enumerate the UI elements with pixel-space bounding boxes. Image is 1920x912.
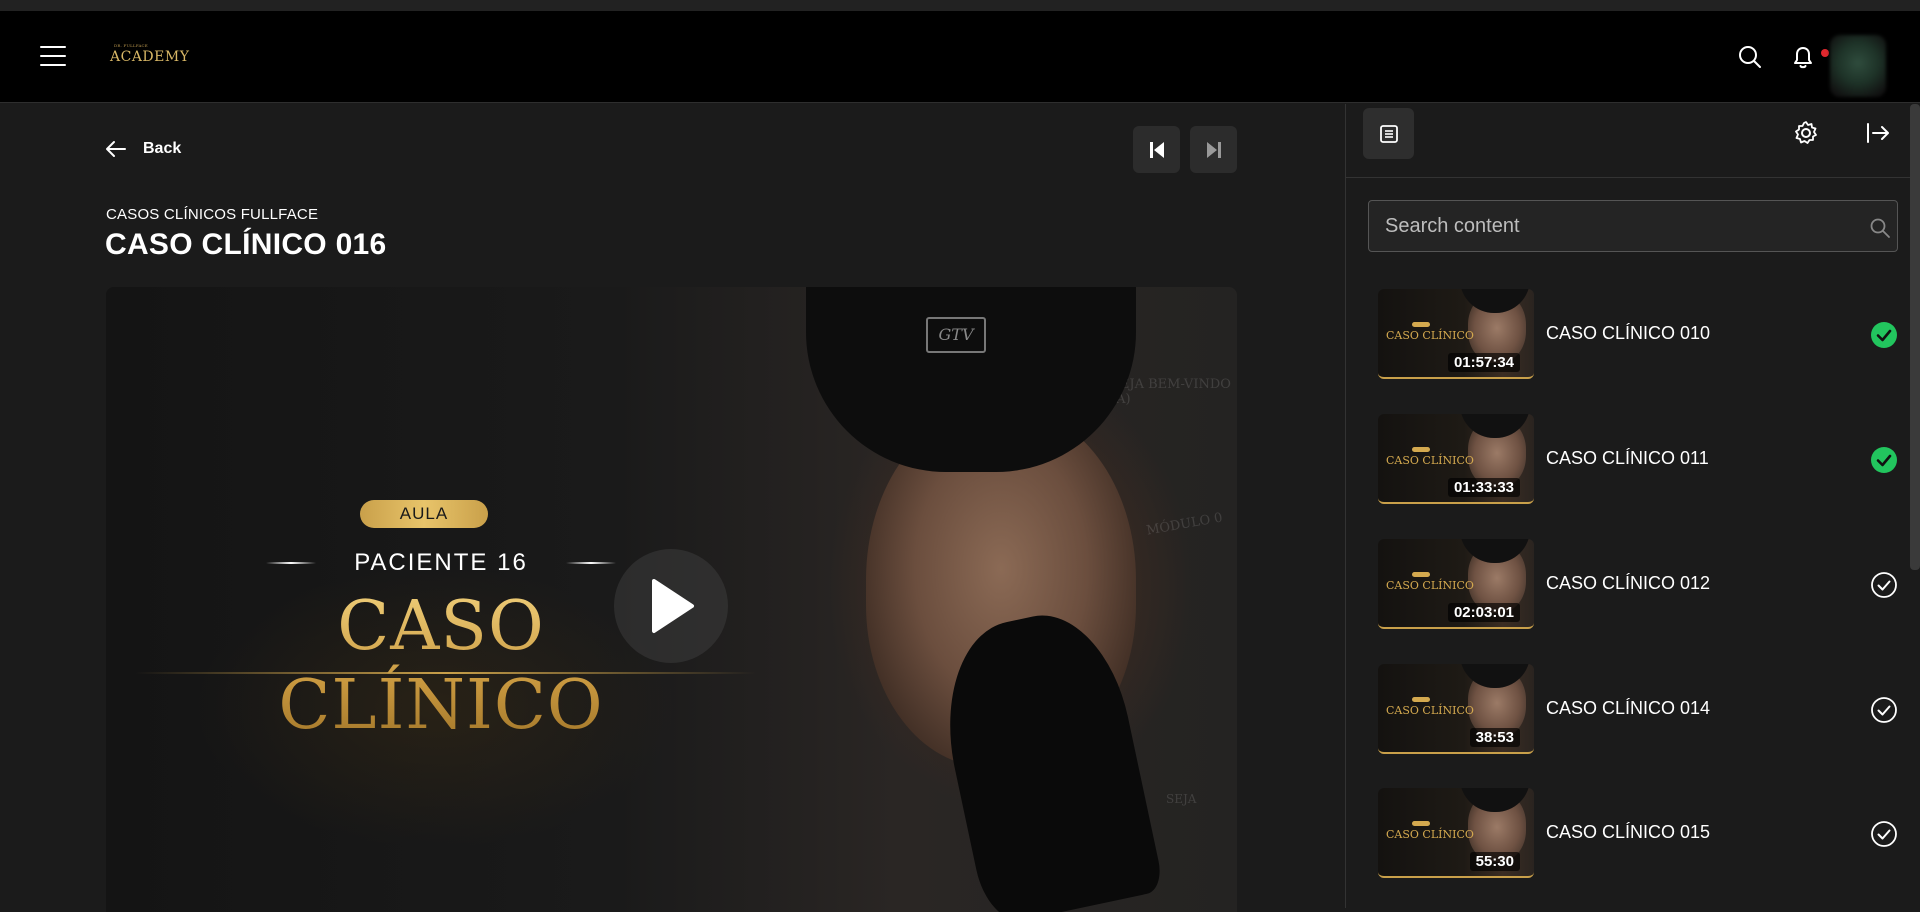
- skip-previous-icon: [1149, 141, 1164, 158]
- lesson-duration: 01:33:33: [1447, 478, 1520, 497]
- thumb-caption: CASO CLÍNICO: [1386, 579, 1474, 592]
- incomplete-check-icon[interactable]: [1870, 696, 1898, 724]
- academy-logo[interactable]: DR. FULLFACE ACADEMY: [110, 43, 190, 65]
- completed-check-icon[interactable]: [1870, 321, 1898, 349]
- bg-welcome-text: SEJA BEM-VINDO (A): [1111, 377, 1231, 407]
- back-button[interactable]: Back: [105, 140, 181, 158]
- lesson-label: CASO CLÍNICO 011: [1546, 448, 1709, 468]
- lesson-item[interactable]: CASO CLÍNICO 01:33:33 CASO CLÍNICO 011: [1378, 414, 1898, 506]
- cap-logo: GTV: [926, 317, 986, 353]
- lesson-item[interactable]: CASO CLÍNICO 02:03:01 CASO CLÍNICO 012: [1378, 539, 1898, 631]
- top-header: DR. FULLFACE ACADEMY: [0, 11, 1920, 103]
- search-input[interactable]: [1369, 201, 1897, 251]
- lesson-thumbnail: CASO CLÍNICO 02:03:01: [1378, 539, 1534, 629]
- lesson-label: CASO CLÍNICO 014: [1546, 698, 1711, 718]
- list-icon: [1379, 124, 1398, 143]
- lesson-duration: 01:57:34: [1447, 353, 1520, 372]
- bell-icon[interactable]: [1787, 41, 1819, 73]
- lesson-duration: 02:03:01: [1447, 603, 1520, 622]
- lesson-sidebar: CASO CLÍNICO01:57:34CASO CLÍNICO 010CASO…: [1345, 104, 1920, 908]
- lesson-label: CASO CLÍNICO 010: [1546, 323, 1711, 343]
- lesson-duration: 38:53: [1469, 728, 1520, 747]
- lesson-thumbnail: CASO CLÍNICO 01:57:34: [1378, 289, 1534, 379]
- thumb-badge: [1412, 572, 1430, 577]
- back-label: Back: [143, 140, 182, 157]
- completed-check-icon[interactable]: [1870, 446, 1898, 474]
- notification-dot: [1821, 49, 1829, 57]
- lesson-thumbnail: CASO CLÍNICO 38:53: [1378, 664, 1534, 754]
- lesson-list-button[interactable]: [1363, 108, 1414, 159]
- headline-underline: [136, 672, 756, 674]
- thumb-caption: CASO CLÍNICO: [1386, 828, 1474, 841]
- lesson-label: CASO CLÍNICO 015: [1546, 822, 1711, 842]
- next-lesson-button[interactable]: [1190, 126, 1237, 173]
- arrow-left-icon: [106, 141, 126, 157]
- content-search: [1368, 200, 1898, 252]
- thumb-badge: [1412, 322, 1430, 327]
- lesson-thumbnail: CASO CLÍNICO 55:30: [1378, 788, 1534, 878]
- play-button[interactable]: [614, 549, 728, 663]
- thumb-badge: [1412, 821, 1430, 826]
- lesson-title: CASO CLÍNICO 016: [105, 228, 387, 261]
- logo-text: ACADEMY: [110, 49, 190, 65]
- previous-lesson-button[interactable]: [1133, 126, 1180, 173]
- course-breadcrumb[interactable]: CASOS CLÍNICOS FULLFACE: [106, 206, 318, 223]
- user-avatar[interactable]: [1830, 35, 1886, 97]
- lesson-thumbnail: CASO CLÍNICO 01:33:33: [1378, 414, 1534, 504]
- thumb-badge: [1412, 447, 1430, 452]
- logo-subtext: DR. FULLFACE: [114, 43, 148, 48]
- incomplete-check-icon[interactable]: [1870, 820, 1898, 848]
- video-player[interactable]: SEJA BEM-VINDO (A) MÓDULO 0 SEJA GTV AUL…: [106, 287, 1237, 912]
- thumb-caption: CASO CLÍNICO: [1386, 454, 1474, 467]
- search-icon[interactable]: [1869, 217, 1891, 239]
- search-icon[interactable]: [1734, 41, 1766, 73]
- patient-subtitle: PACIENTE 16: [256, 549, 626, 577]
- thumb-caption: CASO CLÍNICO: [1386, 704, 1474, 717]
- incomplete-check-icon[interactable]: [1870, 571, 1898, 599]
- thumb-caption: CASO CLÍNICO: [1386, 329, 1474, 342]
- gear-icon[interactable]: [1792, 119, 1820, 147]
- lesson-item[interactable]: CASO CLÍNICO 55:30 CASO CLÍNICO 015: [1378, 788, 1898, 880]
- bg-seja-text: SEJA: [1166, 792, 1197, 806]
- thumb-badge: [1412, 697, 1430, 702]
- lesson-main: Back CASOS CLÍNICOS FULLFACE CASO CLÍNIC…: [0, 104, 1345, 912]
- lesson-item[interactable]: CASO CLÍNICO 01:57:34 CASO CLÍNICO 010: [1378, 289, 1898, 381]
- menu-icon[interactable]: [40, 46, 66, 66]
- page-scrollbar[interactable]: [1910, 104, 1920, 570]
- play-icon: [652, 579, 694, 633]
- skip-next-icon: [1206, 141, 1221, 158]
- top-strip: [0, 0, 1920, 11]
- lesson-item[interactable]: CASO CLÍNICO 38:53 CASO CLÍNICO 014: [1378, 664, 1898, 756]
- collapse-sidebar-icon[interactable]: [1864, 119, 1892, 147]
- lesson-label: CASO CLÍNICO 012: [1546, 573, 1711, 593]
- aula-badge: AULA: [360, 500, 488, 528]
- lesson-duration: 55:30: [1469, 852, 1520, 871]
- sidebar-toolbar: [1346, 104, 1920, 178]
